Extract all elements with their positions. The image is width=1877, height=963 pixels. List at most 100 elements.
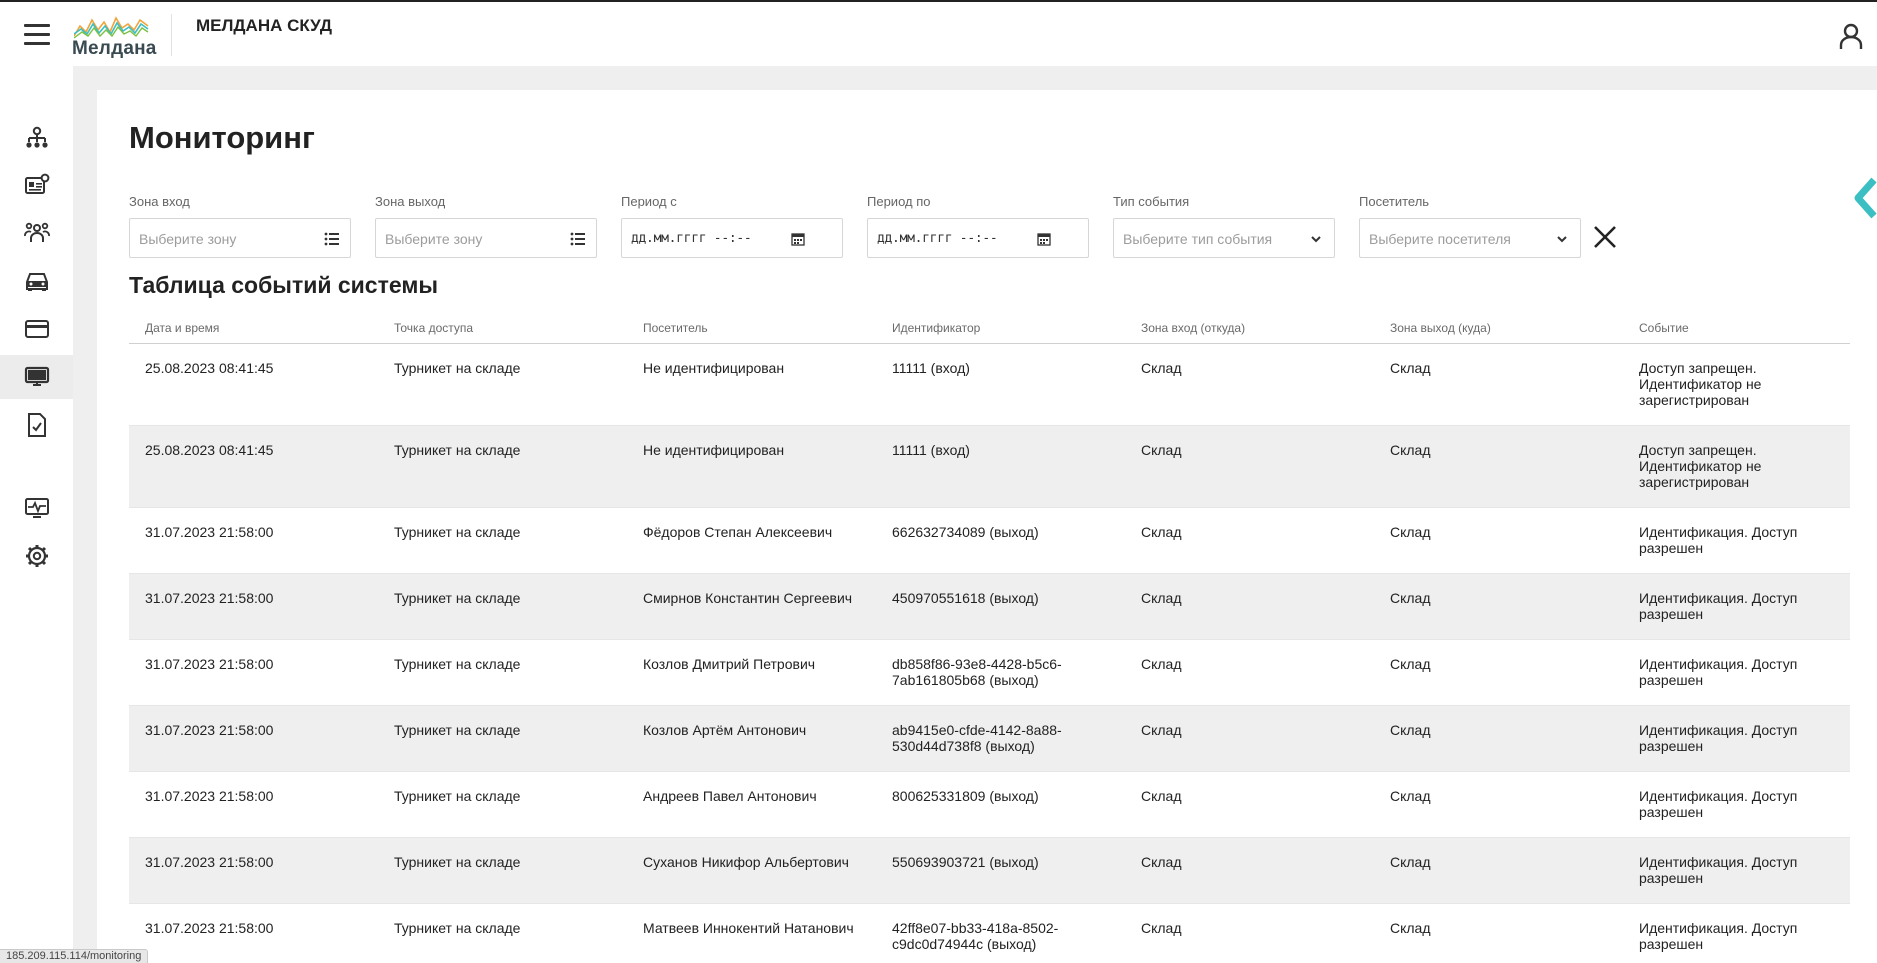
event-type-select[interactable]: Выберите тип события [1113,218,1335,258]
table-cell: Склад [1390,656,1431,672]
period-to-input[interactable]: дд.мм.гггг --:-- [867,218,1089,258]
chevron-down-icon [1311,236,1321,243]
column-header[interactable]: Зона выход (куда) [1390,321,1491,335]
table-cell: ab9415e0-cfde-4142-8a88-530d44d738f8 (вы… [892,722,1062,754]
table-cell: Склад [1141,442,1182,458]
table-cell: Матвеев Иннокентий Натанович [643,920,854,936]
table-cell: Смирнов Константин Сергеевич [643,590,853,606]
table-cell: Турникет на складе [394,854,521,870]
column-header[interactable]: Зона вход (откуда) [1141,321,1245,335]
table-body: 25.08.2023 08:41:45 Турникет на складе Не … [129,344,1850,963]
zone-in-select[interactable]: Выберите зону [129,218,351,258]
sidebar-item-document-check[interactable] [0,403,73,447]
sidebar-item-credit-card[interactable] [0,307,73,351]
filter-period-from: Период с дд.мм.гггг --:-- [621,194,843,258]
sidebar-item-hierarchy[interactable] [0,116,73,160]
column-header[interactable]: Точка доступа [394,321,473,335]
table-row[interactable]: 31.07.2023 21:58:00 Турникет на складе Сух… [129,838,1850,904]
monitor-pulse-icon [24,496,50,520]
header-divider [171,14,172,56]
table-cell: Склад [1390,524,1431,540]
table-cell: 42ff8e07-bb33-418a-8502-c9dc0d74944c (вы… [892,920,1059,952]
user-icon[interactable] [1838,22,1864,50]
status-bar-url: 185.209.115.114/monitoring [0,949,149,963]
table-cell: Склад [1141,722,1182,738]
table-row[interactable]: 31.07.2023 21:58:00 Турникет на складе Сми… [129,574,1850,640]
sidebar-item-car[interactable] [0,259,73,303]
hierarchy-icon [25,126,49,150]
table-cell: 662632734089 (выход) [892,524,1039,540]
filter-label: Тип события [1113,194,1190,209]
app-title: МЕЛДАНА СКУД [196,16,332,35]
table-cell: Доступ запрещен. Идентификатор не зареги… [1639,442,1762,490]
table-cell: Турникет на складе [394,442,521,458]
events-table-title: Таблица событий системы [129,272,439,298]
filter-zone-in: Зона вход Выберите зону [129,194,351,258]
table-row[interactable]: 25.08.2023 08:41:45 Турникет на складе Не … [129,426,1850,508]
table-cell: Фёдоров Степан Алексеевич [643,524,833,540]
table-cell: 25.08.2023 08:41:45 [145,442,274,458]
table-cell: Турникет на складе [394,524,521,540]
table-cell: 450970551618 (выход) [892,590,1039,606]
logo-wave-icon [74,16,149,39]
table-cell: Турникет на складе [394,590,521,606]
sidebar-item-id-card-gear[interactable] [0,163,73,207]
visitor-select[interactable]: Выберите посетителя [1359,218,1581,258]
table-row[interactable]: 31.07.2023 21:58:00 Турникет на складе Коз… [129,640,1850,706]
column-header[interactable]: Дата и время [145,321,219,335]
filter-label: Зона выход [375,194,446,209]
table-row[interactable]: 25.08.2023 08:41:45 Турникет на складе Не … [129,344,1850,426]
filter-event-type: Тип события Выберите тип события [1113,194,1335,258]
calendar-icon[interactable] [790,231,806,247]
id-card-gear-icon [24,173,50,197]
table-cell: Идентификация. Доступ разрешен [1639,722,1798,754]
period-from-input[interactable]: дд.мм.гггг --:-- [621,218,843,258]
table-cell: Склад [1141,788,1182,804]
table-cell: Склад [1390,722,1431,738]
people-group-icon [23,221,50,245]
collapse-panel-arrow-icon[interactable] [1850,176,1877,220]
table-cell: 31.07.2023 21:58:00 [145,788,274,804]
filter-label: Посетитель [1359,194,1430,209]
filter-zone-out: Зона выход Выберите зону [375,194,597,258]
table-cell: Идентификация. Доступ разрешен [1639,788,1798,820]
table-cell: 11111 (вход) [892,360,970,376]
filter-period-to: Период по дд.мм.гггг --:-- [867,194,1089,258]
table-row[interactable]: 31.07.2023 21:58:00 Турникет на складе Фёд… [129,508,1850,574]
table-cell: 31.07.2023 21:58:00 [145,920,274,936]
column-header[interactable]: Событие [1639,321,1689,335]
table-cell: Суханов Никифор Альбертович [643,854,849,870]
table-cell: Склад [1141,656,1182,672]
sidebar-item-settings-gear[interactable] [0,534,73,578]
monitor-icon [24,365,50,389]
clear-filters-close-icon[interactable] [1592,224,1618,250]
sidebar-item-monitor-pulse[interactable] [0,486,73,530]
table-cell: Склад [1141,920,1182,936]
table-cell: Не идентифицирован [643,360,785,376]
column-header[interactable]: Посетитель [643,321,708,335]
table-cell: 31.07.2023 21:58:00 [145,590,274,606]
table-cell: Идентификация. Доступ разрешен [1639,854,1798,886]
table-cell: 31.07.2023 21:58:00 [145,854,274,870]
car-icon [24,269,50,293]
table-cell: Склад [1141,590,1182,606]
table-row[interactable]: 31.07.2023 21:58:00 Турникет на складе Анд… [129,772,1850,838]
event-type-placeholder: Выберите тип события [1123,231,1273,247]
credit-card-icon [24,318,50,340]
table-row[interactable]: 31.07.2023 21:58:00 Турникет на складе Коз… [129,706,1850,772]
sidebar-item-people-group[interactable] [0,211,73,255]
menu-icon[interactable] [24,24,50,46]
zone-out-select[interactable]: Выберите зону [375,218,597,258]
logo: Мелдана [70,12,156,59]
table-cell: 800625331809 (выход) [892,788,1039,804]
table-cell: Идентификация. Доступ разрешен [1639,524,1798,556]
table-cell: 25.08.2023 08:41:45 [145,360,274,376]
sidebar-item-monitor[interactable] [0,355,73,399]
table-cell: Склад [1390,442,1431,458]
filter-label: Период с [621,194,677,209]
calendar-icon[interactable] [1036,231,1052,247]
table-cell: Склад [1390,920,1431,936]
table-row[interactable]: 31.07.2023 21:58:00 Турникет на складе Мат… [129,904,1850,963]
table-cell: Козлов Дмитрий Петрович [643,656,816,672]
column-header[interactable]: Идентификатор [892,321,980,335]
